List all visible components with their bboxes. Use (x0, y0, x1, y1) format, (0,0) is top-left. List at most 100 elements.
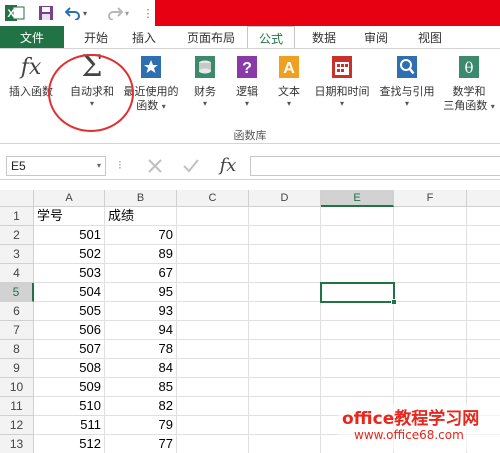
table-cell[interactable] (321, 359, 394, 378)
table-cell[interactable] (321, 207, 394, 226)
column-header-e[interactable]: E (321, 190, 394, 207)
table-cell[interactable] (394, 302, 467, 321)
undo-dropdown-icon[interactable]: ▾ (83, 9, 87, 18)
insert-function-fx-icon[interactable]: fx (214, 154, 242, 176)
table-cell[interactable]: 502 (34, 245, 105, 264)
table-cell[interactable]: 84 (105, 359, 177, 378)
table-cell[interactable]: 511 (34, 416, 105, 435)
table-cell[interactable] (177, 226, 249, 245)
table-cell[interactable] (467, 378, 500, 397)
table-cell[interactable] (249, 416, 321, 435)
table-cell[interactable]: 70 (105, 226, 177, 245)
table-cell[interactable] (249, 226, 321, 245)
table-cell[interactable]: 512 (34, 435, 105, 453)
financial-dropdown-icon[interactable]: ▾ (203, 99, 207, 109)
table-cell[interactable] (321, 226, 394, 245)
column-header-b[interactable]: B (105, 190, 177, 207)
table-cell[interactable] (177, 245, 249, 264)
name-box[interactable]: E5 ▾ (6, 156, 106, 176)
tab-page-layout[interactable]: 页面布局 (176, 26, 246, 48)
select-all-corner[interactable] (0, 190, 34, 207)
table-cell[interactable] (467, 359, 500, 378)
save-icon[interactable] (36, 2, 56, 24)
undo-button[interactable]: ▾ (62, 2, 90, 24)
row-header-8[interactable]: 8 (0, 340, 34, 359)
table-cell[interactable] (177, 283, 249, 302)
table-cell[interactable]: 77 (105, 435, 177, 453)
table-cell[interactable] (321, 264, 394, 283)
redo-button[interactable]: ▾ (104, 2, 132, 24)
tab-formulas[interactable]: 公式 (247, 26, 295, 49)
logical-dropdown-icon[interactable]: ▾ (245, 99, 249, 109)
table-cell[interactable] (394, 264, 467, 283)
tab-home[interactable]: 开始 (76, 26, 116, 48)
table-cell[interactable] (321, 302, 394, 321)
quick-access-more-icon[interactable]: ⋮ (142, 2, 154, 24)
table-cell[interactable]: 503 (34, 264, 105, 283)
table-cell[interactable] (321, 378, 394, 397)
formula-input[interactable] (250, 156, 500, 176)
datetime-dropdown-icon[interactable]: ▾ (340, 99, 344, 109)
row-header-10[interactable]: 10 (0, 378, 34, 397)
table-cell[interactable] (249, 283, 321, 302)
table-cell[interactable] (394, 321, 467, 340)
tab-view[interactable]: 视图 (410, 26, 450, 48)
table-cell[interactable] (394, 359, 467, 378)
table-cell[interactable]: 78 (105, 340, 177, 359)
tab-data[interactable]: 数据 (304, 26, 344, 48)
row-header-6[interactable]: 6 (0, 302, 34, 321)
row-header-12[interactable]: 12 (0, 416, 34, 435)
row-header-1[interactable]: 1 (0, 207, 34, 226)
table-cell[interactable]: 510 (34, 397, 105, 416)
table-cell[interactable] (321, 321, 394, 340)
table-cell[interactable] (321, 340, 394, 359)
row-header-13[interactable]: 13 (0, 435, 34, 453)
table-cell[interactable] (249, 340, 321, 359)
table-cell[interactable] (249, 302, 321, 321)
tab-file[interactable]: 文件 (0, 26, 64, 48)
column-header-f[interactable]: F (394, 190, 467, 207)
fill-handle[interactable] (391, 299, 397, 305)
row-header-3[interactable]: 3 (0, 245, 34, 264)
table-cell[interactable] (467, 302, 500, 321)
row-header-2[interactable]: 2 (0, 226, 34, 245)
column-header-partial[interactable] (467, 190, 500, 207)
table-cell[interactable] (249, 245, 321, 264)
table-cell[interactable] (467, 321, 500, 340)
column-header-d[interactable]: D (249, 190, 321, 207)
cancel-icon[interactable] (144, 156, 166, 176)
table-cell[interactable]: 93 (105, 302, 177, 321)
table-cell[interactable] (467, 245, 500, 264)
table-cell[interactable]: 506 (34, 321, 105, 340)
table-cell[interactable]: 82 (105, 397, 177, 416)
table-cell[interactable] (394, 378, 467, 397)
table-cell[interactable]: 501 (34, 226, 105, 245)
table-cell[interactable] (394, 283, 467, 302)
logical-button[interactable]: ? 逻辑 ▾ (232, 53, 262, 109)
table-cell[interactable] (467, 226, 500, 245)
text-dropdown-icon[interactable]: ▾ (287, 99, 291, 109)
datetime-button[interactable]: 日期和时间 ▾ (312, 53, 372, 109)
table-cell[interactable] (467, 283, 500, 302)
row-header-9[interactable]: 9 (0, 359, 34, 378)
table-cell[interactable] (249, 435, 321, 453)
table-cell[interactable]: 509 (34, 378, 105, 397)
lookup-button[interactable]: 查找与引用 ▾ (376, 53, 438, 109)
check-icon[interactable] (180, 156, 202, 176)
text-button[interactable]: A 文本 ▾ (274, 53, 304, 109)
table-cell[interactable] (177, 359, 249, 378)
redo-dropdown-icon[interactable]: ▾ (125, 9, 129, 18)
table-cell[interactable]: 67 (105, 264, 177, 283)
table-cell[interactable] (177, 397, 249, 416)
row-header-7[interactable]: 7 (0, 321, 34, 340)
table-cell[interactable] (249, 207, 321, 226)
table-cell[interactable]: 507 (34, 340, 105, 359)
table-cell[interactable] (177, 416, 249, 435)
table-cell[interactable] (177, 207, 249, 226)
name-box-dropdown-icon[interactable]: ▾ (97, 157, 101, 175)
table-cell[interactable] (249, 397, 321, 416)
column-header-c[interactable]: C (177, 190, 249, 207)
table-cell[interactable] (394, 340, 467, 359)
table-cell[interactable] (467, 207, 500, 226)
table-cell[interactable]: 学号 (34, 207, 105, 226)
